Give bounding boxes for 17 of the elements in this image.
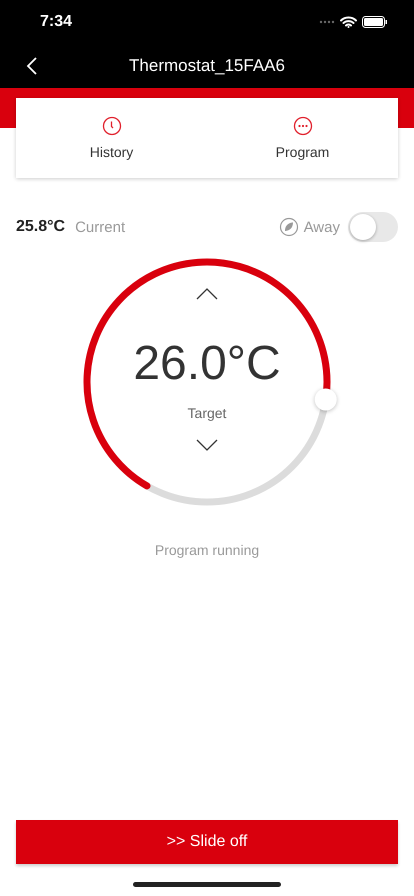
back-icon[interactable] xyxy=(26,56,38,76)
wifi-icon xyxy=(340,16,357,28)
screen-title: Thermostat_15FAA6 xyxy=(129,56,285,76)
clock-icon xyxy=(102,116,122,136)
program-status: Program running xyxy=(154,542,260,558)
slide-off-button[interactable]: >> Slide off xyxy=(16,820,398,864)
away-toggle[interactable] xyxy=(348,212,398,242)
away-label: Away xyxy=(304,218,340,236)
shortcut-button[interactable]: Program xyxy=(207,98,398,178)
status-time: 7:34 xyxy=(40,13,72,31)
current-temperature: 25.8°C xyxy=(16,218,66,236)
shortcut-button[interactable]: History xyxy=(16,98,207,178)
current-label: Current xyxy=(75,218,126,236)
more-icon xyxy=(292,116,312,136)
battery-icon xyxy=(362,16,388,28)
leaf-icon xyxy=(278,217,299,237)
signal-icon xyxy=(319,20,335,24)
